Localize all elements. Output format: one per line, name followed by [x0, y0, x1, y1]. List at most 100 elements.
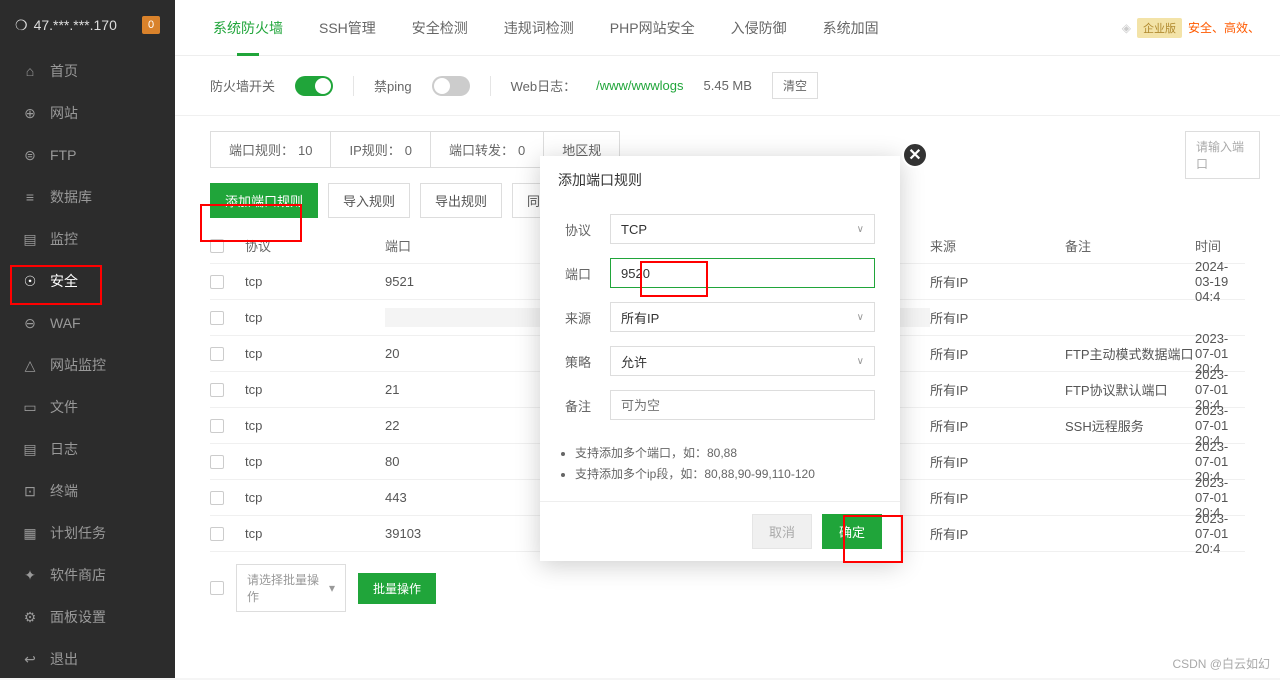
sidebar-icon: ⊡	[22, 483, 38, 499]
cell-protocol: tcp	[245, 418, 385, 433]
sidebar-item-label: 监控	[50, 229, 78, 249]
sidebar-item-11[interactable]: ▦ 计划任务	[0, 512, 175, 554]
sidebar-item-8[interactable]: ▭ 文件	[0, 386, 175, 428]
cancel-button[interactable]: 取消	[752, 514, 812, 549]
weblog-label: Web日志：	[511, 76, 577, 95]
select-all-checkbox[interactable]	[210, 239, 224, 253]
protocol-select[interactable]: TCP∨	[610, 214, 875, 244]
sidebar-item-6[interactable]: ⊖WAF	[0, 302, 175, 344]
tab-0[interactable]: 系统防火墙	[195, 0, 301, 56]
row-checkbox[interactable]	[210, 275, 224, 289]
tab-6[interactable]: 系统加固	[805, 0, 897, 56]
sidebar-icon: ▤	[22, 441, 38, 457]
tab-4[interactable]: PHP网站安全	[592, 0, 713, 56]
chevron-down-icon: ∨	[857, 312, 864, 323]
sidebar-icon: ✦	[22, 567, 38, 583]
cell-source: 所有IP	[930, 524, 1065, 543]
toolbar: 防火墙开关 禁ping Web日志： /www/wwwlogs 5.45 MB …	[175, 56, 1280, 116]
sidebar-item-label: 网站	[50, 103, 78, 123]
clear-log-button[interactable]: 清空	[772, 72, 818, 99]
tabs: 系统防火墙SSH管理安全检测违规词检测PHP网站安全入侵防御系统加固 ◈ 企业版…	[175, 0, 1280, 56]
cell-time: 2023-07-01 20:4	[1195, 511, 1245, 556]
batch-apply-button[interactable]: 批量操作	[358, 573, 436, 604]
sidebar-item-3[interactable]: ≡数据库	[0, 176, 175, 218]
sidebar-item-12[interactable]: ✦ 软件商店	[0, 554, 175, 596]
sidebar-item-2[interactable]: ⊜FTP	[0, 134, 175, 176]
col-source: 来源	[930, 236, 1065, 255]
sidebar-icon: ⊜	[22, 147, 38, 163]
sidebar-item-label: 文件	[50, 397, 78, 417]
firewall-switch[interactable]	[295, 76, 333, 96]
row-checkbox[interactable]	[210, 347, 224, 361]
subtab-port-rules[interactable]: 端口规则：10	[210, 131, 331, 168]
sidebar-icon: ▭	[22, 399, 38, 415]
row-checkbox[interactable]	[210, 419, 224, 433]
row-checkbox[interactable]	[210, 491, 224, 505]
sidebar-item-5[interactable]: ☉安全	[0, 260, 175, 302]
tab-2[interactable]: 安全检测	[394, 0, 486, 56]
sidebar-item-0[interactable]: ⌂首页	[0, 50, 175, 92]
diamond-icon: ◈	[1122, 21, 1131, 35]
sidebar-item-label: 软件商店	[50, 565, 106, 585]
port-label: 端口	[565, 264, 610, 283]
cell-time: 2024-03-19 04:4	[1195, 259, 1245, 304]
source-select[interactable]: 所有IP∨	[610, 302, 875, 332]
policy-label: 策略	[565, 352, 610, 371]
row-checkbox[interactable]	[210, 527, 224, 541]
tab-3[interactable]: 违规词检测	[486, 0, 592, 56]
ping-switch[interactable]	[432, 76, 470, 96]
cell-remark: FTP主动模式数据端口	[1065, 344, 1195, 363]
tab-1[interactable]: SSH管理	[301, 0, 394, 56]
sidebar-item-7[interactable]: △网站监控	[0, 344, 175, 386]
sidebar-icon: ▤	[22, 231, 38, 247]
cell-source: 所有IP	[930, 416, 1065, 435]
subtab-port-forward[interactable]: 端口转发：0	[430, 131, 544, 168]
notif-badge[interactable]: 0	[142, 16, 160, 34]
batch-checkbox[interactable]	[210, 581, 224, 595]
sidebar-item-label: 日志	[50, 439, 78, 459]
col-time: 时间	[1195, 236, 1245, 255]
cell-protocol: tcp	[245, 490, 385, 505]
sidebar-icon: ⌂	[22, 63, 38, 79]
tabs-badge: ◈ 企业版 安全、高效、	[1122, 18, 1260, 38]
sidebar-item-10[interactable]: ⊡ 终端	[0, 470, 175, 512]
cell-source: 所有IP	[930, 344, 1065, 363]
modal-title: 添加端口规则	[540, 156, 900, 204]
close-icon[interactable]: ✕	[902, 142, 928, 168]
sidebar-icon: ≡	[22, 189, 38, 205]
sidebar-item-1[interactable]: ⊕网站	[0, 92, 175, 134]
sidebar-item-9[interactable]: ▤ 日志	[0, 428, 175, 470]
sidebar-item-label: 安全	[50, 271, 78, 291]
protocol-label: 协议	[565, 220, 610, 239]
cell-remark: SSH远程服务	[1065, 416, 1195, 435]
remark-input[interactable]	[610, 390, 875, 420]
sidebar-item-4[interactable]: ▤ 监控	[0, 218, 175, 260]
export-rules-button[interactable]: 导出规则	[420, 183, 502, 218]
batch-select[interactable]: 请选择批量操作▾	[236, 564, 346, 612]
cell-protocol: tcp	[245, 346, 385, 361]
import-rules-button[interactable]: 导入规则	[328, 183, 410, 218]
confirm-button[interactable]: 确定	[822, 514, 882, 549]
sidebar-icon: ▦	[22, 525, 38, 541]
remark-label: 备注	[565, 396, 610, 415]
weblog-path[interactable]: /www/wwwlogs	[596, 78, 683, 93]
search-input[interactable]: 请输入端口	[1185, 131, 1260, 179]
sidebar-item-13[interactable]: ⚙面板设置	[0, 596, 175, 638]
policy-select[interactable]: 允许∨	[610, 346, 875, 376]
batch-bar: 请选择批量操作▾ 批量操作	[175, 552, 1280, 624]
chevron-down-icon: ▾	[329, 581, 335, 595]
weblog-size: 5.45 MB	[704, 78, 752, 93]
row-checkbox[interactable]	[210, 455, 224, 469]
row-checkbox[interactable]	[210, 311, 224, 325]
sidebar-item-14[interactable]: ↩退出	[0, 638, 175, 680]
tab-5[interactable]: 入侵防御	[713, 0, 805, 56]
add-port-rule-button[interactable]: 添加端口规则	[210, 183, 318, 218]
modal-tips: 支持添加多个端口，如：80,88 支持添加多个ip段，如：80,88,90-99…	[540, 439, 900, 501]
row-checkbox[interactable]	[210, 383, 224, 397]
firewall-switch-label: 防火墙开关	[210, 76, 275, 95]
port-input[interactable]	[610, 258, 875, 288]
subtab-ip-rules[interactable]: IP规则：0	[330, 131, 431, 168]
cell-protocol: tcp	[245, 310, 385, 325]
sidebar-item-label: 终端	[50, 481, 78, 501]
sidebar-item-label: 计划任务	[50, 523, 106, 543]
